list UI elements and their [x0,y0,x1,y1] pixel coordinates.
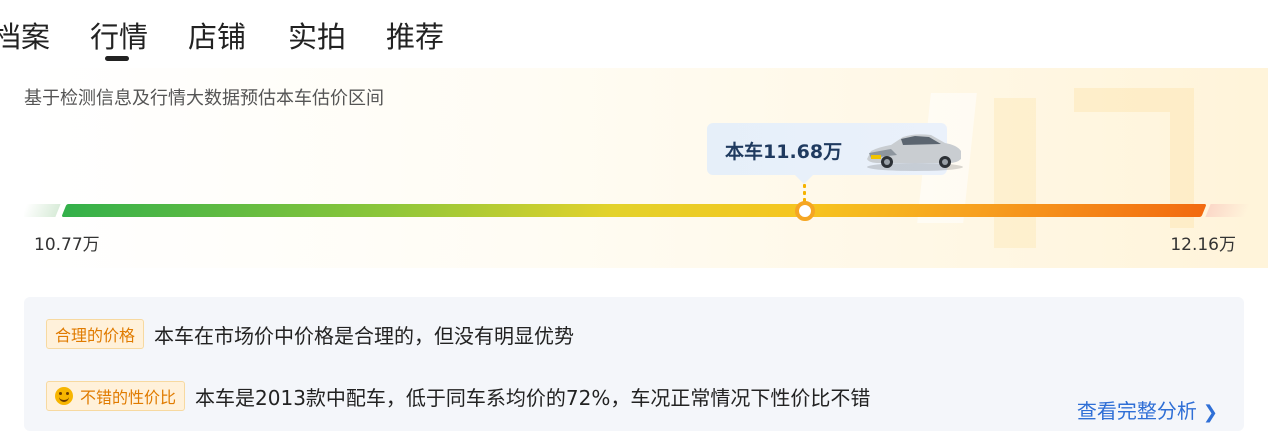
background-decoration [994,98,1036,248]
analysis-text: 本车是2013款中配车，低于同车系均价的72%，车况正常情况下性价比不错 [195,385,871,410]
estimate-subtitle: 基于检测信息及行情大数据预估本车估价区间 [24,88,384,109]
price-gradient-bar [61,204,1207,217]
active-tab-indicator [105,56,129,61]
car-price-label: 本车11.68万 [725,141,843,163]
reasonable-price-tag: 合理的价格 [46,319,145,349]
car-icon [867,134,963,171]
link-label: 查看完整分析 [1076,399,1197,423]
max-price-label: 12.16万 [1170,235,1236,255]
tab-recommend[interactable]: 推荐 [386,14,444,56]
analysis-text: 本车在市场价中价格是合理的，但没有明显优势 [154,323,575,348]
price-analysis-box: 合理的价格 本车在市场价中价格是合理的，但没有明显优势 不错的性价比 本车是20… [24,297,1244,431]
tab-market[interactable]: 行情 [90,14,148,56]
bar-left-fade [24,204,61,217]
car-price-marker [795,201,815,221]
value-for-money-tag: 不错的性价比 [46,381,186,411]
tag-label: 不错的性价比 [80,388,177,407]
min-price-label: 10.77万 [34,235,100,255]
price-range-bar [24,201,1268,221]
tag-label: 合理的价格 [55,326,136,345]
tab-shop[interactable]: 店铺 [188,14,246,56]
car-price-callout: 本车11.68万 [707,123,963,184]
smile-icon [55,387,73,405]
analysis-row: 合理的价格 本车在市场价中价格是合理的，但没有明显优势 [46,319,574,349]
tab-archive[interactable]: 档案 [0,14,50,56]
price-estimate-card: 基于检测信息及行情大数据预估本车估价区间 本车11.68万 10.77万 12.… [24,68,1268,268]
chevron-right-icon: ❯ [1202,402,1218,423]
bar-right-fade [1205,204,1251,217]
tab-photos[interactable]: 实拍 [288,14,346,56]
view-full-analysis-link[interactable]: 查看完整分析 ❯ [1077,395,1218,424]
analysis-row: 不错的性价比 本车是2013款中配车，低于同车系均价的72%，车况正常情况下性价… [46,381,870,411]
